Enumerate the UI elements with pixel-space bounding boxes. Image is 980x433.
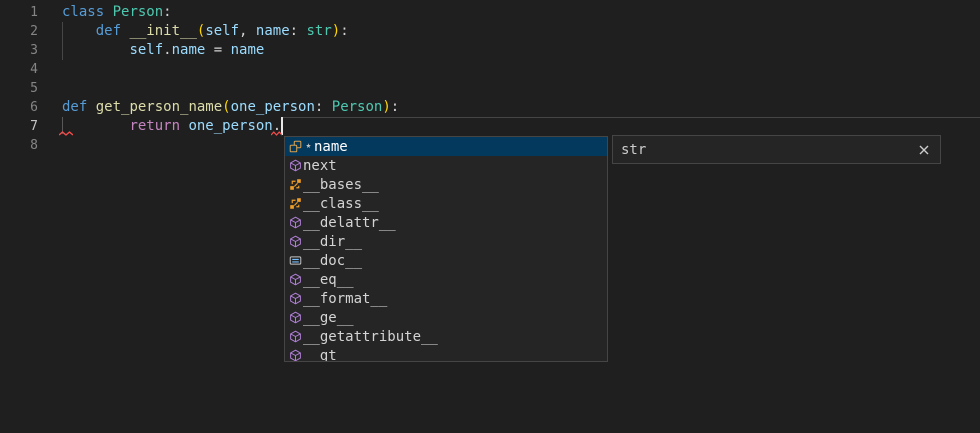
- suggestion-label: next: [303, 158, 337, 174]
- suggest-details-close-button[interactable]: [918, 144, 930, 156]
- code-line: def __init__(self, name: str):: [62, 22, 399, 41]
- line-number: 8: [0, 136, 38, 155]
- line-number: 2: [0, 22, 38, 41]
- method-icon: [288, 216, 303, 229]
- field-icon: [288, 140, 303, 153]
- constant-icon: [288, 254, 303, 267]
- suggestion-label: __format__: [303, 291, 387, 307]
- suggestion-item[interactable]: __ge__: [285, 308, 607, 327]
- suggestion-label: __ge__: [303, 310, 354, 326]
- code-line: def get_person_name(one_person: Person):: [62, 98, 399, 117]
- code-line: [62, 79, 399, 98]
- suggest-widget: ★name next __bases__ __class__ __delattr__ __…: [284, 136, 608, 362]
- suggestion-label: __doc__: [303, 253, 362, 269]
- line-number: 1: [0, 3, 38, 22]
- suggestion-label: __delattr__: [303, 215, 396, 231]
- method-icon: [288, 273, 303, 286]
- line-number: 4: [0, 60, 38, 79]
- method-icon: [288, 159, 303, 172]
- gutter: 12345678: [0, 3, 38, 155]
- suggestion-item[interactable]: next: [285, 156, 607, 175]
- code-line: class Person:: [62, 3, 399, 22]
- suggestion-item[interactable]: __class__: [285, 194, 607, 213]
- line-number: 7: [0, 117, 38, 136]
- suggestion-label: __bases__: [303, 177, 379, 193]
- method-icon: [288, 292, 303, 305]
- method-icon: [288, 330, 303, 343]
- suggestion-item[interactable]: __eq__: [285, 270, 607, 289]
- suggestion-item[interactable]: __getattribute__: [285, 327, 607, 346]
- indent-guide: [62, 22, 63, 60]
- line-number: 5: [0, 79, 38, 98]
- suggestion-item[interactable]: __format__: [285, 289, 607, 308]
- intellicode-star-icon: ★: [303, 137, 314, 156]
- suggestion-label: name: [314, 139, 348, 155]
- current-line-border: [281, 117, 980, 118]
- suggestion-label: __getattribute__: [303, 329, 438, 345]
- close-icon: [919, 145, 929, 155]
- suggestion-label: __gt__: [303, 348, 354, 363]
- code-area: class Person: def __init__(self, name: s…: [62, 3, 399, 155]
- method-icon: [288, 311, 303, 324]
- class-icon: [288, 197, 303, 210]
- code-line: return one_person.: [62, 117, 399, 136]
- class-icon: [288, 178, 303, 191]
- suggestion-label: __class__: [303, 196, 379, 212]
- code-line: self.name = name: [62, 41, 399, 60]
- method-icon: [288, 235, 303, 248]
- suggestion-item[interactable]: __doc__: [285, 251, 607, 270]
- error-squiggle: [59, 131, 73, 136]
- error-squiggle: [271, 131, 282, 136]
- method-icon: [288, 349, 303, 362]
- code-editor[interactable]: 12345678 class Person: def __init__(self…: [0, 0, 980, 433]
- suggest-details-text: str: [621, 142, 918, 158]
- code-line: [62, 60, 399, 79]
- suggestion-item[interactable]: ★name: [285, 137, 607, 156]
- suggest-details-panel: str: [612, 135, 941, 164]
- suggestion-item[interactable]: __bases__: [285, 175, 607, 194]
- suggestion-item[interactable]: __gt__: [285, 346, 607, 362]
- line-number: 6: [0, 98, 38, 117]
- line-number: 3: [0, 41, 38, 60]
- suggestion-label: __eq__: [303, 272, 354, 288]
- suggestion-item[interactable]: __delattr__: [285, 213, 607, 232]
- suggestion-label: __dir__: [303, 234, 362, 250]
- suggestion-item[interactable]: __dir__: [285, 232, 607, 251]
